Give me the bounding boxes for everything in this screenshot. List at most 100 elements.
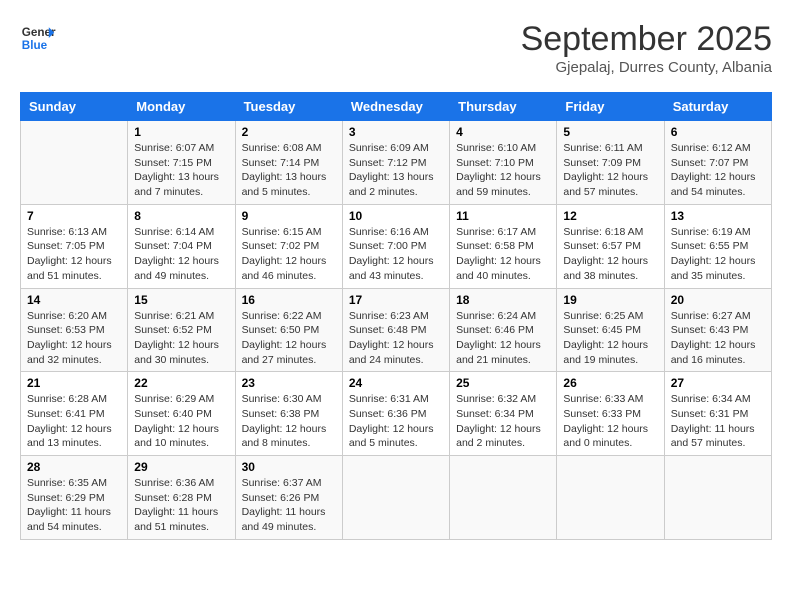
- day-number: 30: [242, 460, 336, 474]
- day-content: Sunrise: 6:14 AMSunset: 7:04 PMDaylight:…: [134, 225, 228, 284]
- day-number: 21: [27, 376, 121, 390]
- svg-text:Blue: Blue: [22, 39, 48, 52]
- day-number: 11: [456, 209, 550, 223]
- day-number: 29: [134, 460, 228, 474]
- calendar-cell: [557, 456, 664, 540]
- header-day-saturday: Saturday: [664, 93, 771, 121]
- calendar-cell: 1 Sunrise: 6:07 AMSunset: 7:15 PMDaylight…: [128, 121, 235, 205]
- calendar-cell: 23 Sunrise: 6:30 AMSunset: 6:38 PMDayligh…: [235, 372, 342, 456]
- day-number: 22: [134, 376, 228, 390]
- day-number: 12: [563, 209, 657, 223]
- week-row-1: 1 Sunrise: 6:07 AMSunset: 7:15 PMDaylight…: [21, 121, 772, 205]
- calendar-cell: 13 Sunrise: 6:19 AMSunset: 6:55 PMDayligh…: [664, 204, 771, 288]
- header-day-thursday: Thursday: [450, 93, 557, 121]
- header-day-friday: Friday: [557, 93, 664, 121]
- calendar-cell: 28Sunrise: 6:35 AMSunset: 6:29 PMDayligh…: [21, 456, 128, 540]
- day-number: 4: [456, 125, 550, 139]
- calendar-cell: 18Sunrise: 6:24 AMSunset: 6:46 PMDayligh…: [450, 288, 557, 372]
- day-content: Sunrise: 6:10 AMSunset: 7:10 PMDaylight:…: [456, 141, 550, 200]
- day-content: Sunrise: 6:19 AMSunset: 6:55 PMDaylight:…: [671, 225, 765, 284]
- calendar-cell: 2 Sunrise: 6:08 AMSunset: 7:14 PMDaylight…: [235, 121, 342, 205]
- day-number: 5: [563, 125, 657, 139]
- day-number: 28: [27, 460, 121, 474]
- day-number: 18: [456, 293, 550, 307]
- calendar-cell: 10Sunrise: 6:16 AMSunset: 7:00 PMDayligh…: [342, 204, 449, 288]
- day-content: Sunrise: 6:17 AMSunset: 6:58 PMDaylight:…: [456, 225, 550, 284]
- day-content: Sunrise: 6:18 AMSunset: 6:57 PMDaylight:…: [563, 225, 657, 284]
- page-header: General Blue September 2025 Gjepalaj, Du…: [20, 20, 772, 76]
- day-content: Sunrise: 6:22 AMSunset: 6:50 PMDaylight:…: [242, 309, 336, 368]
- day-number: 23: [242, 376, 336, 390]
- day-number: 15: [134, 293, 228, 307]
- calendar-cell: 19Sunrise: 6:25 AMSunset: 6:45 PMDayligh…: [557, 288, 664, 372]
- day-number: 19: [563, 293, 657, 307]
- calendar-cell: 24Sunrise: 6:31 AMSunset: 6:36 PMDayligh…: [342, 372, 449, 456]
- calendar-cell: 8 Sunrise: 6:14 AMSunset: 7:04 PMDaylight…: [128, 204, 235, 288]
- day-number: 24: [349, 376, 443, 390]
- day-number: 6: [671, 125, 765, 139]
- calendar-cell: 16 Sunrise: 6:22 AMSunset: 6:50 PMDayligh…: [235, 288, 342, 372]
- calendar-table: SundayMondayTuesdayWednesdayThursdayFrid…: [20, 92, 772, 540]
- calendar-cell: 11 Sunrise: 6:17 AMSunset: 6:58 PMDayligh…: [450, 204, 557, 288]
- header-day-monday: Monday: [128, 93, 235, 121]
- day-content: Sunrise: 6:11 AMSunset: 7:09 PMDaylight:…: [563, 141, 657, 200]
- day-content: Sunrise: 6:20 AMSunset: 6:53 PMDaylight:…: [27, 309, 121, 368]
- calendar-cell: 21 Sunrise: 6:28 AMSunset: 6:41 PMDayligh…: [21, 372, 128, 456]
- day-number: 9: [242, 209, 336, 223]
- day-content: Sunrise: 6:12 AMSunset: 7:07 PMDaylight:…: [671, 141, 765, 200]
- day-number: 16: [242, 293, 336, 307]
- day-content: Sunrise: 6:09 AMSunset: 7:12 PMDaylight:…: [349, 141, 443, 200]
- day-number: 1: [134, 125, 228, 139]
- calendar-cell: 15 Sunrise: 6:21 AMSunset: 6:52 PMDayligh…: [128, 288, 235, 372]
- day-content: Sunrise: 6:08 AMSunset: 7:14 PMDaylight:…: [242, 141, 336, 200]
- week-row-4: 21 Sunrise: 6:28 AMSunset: 6:41 PMDayligh…: [21, 372, 772, 456]
- day-content: Sunrise: 6:32 AMSunset: 6:34 PMDaylight:…: [456, 392, 550, 451]
- week-row-5: 28Sunrise: 6:35 AMSunset: 6:29 PMDayligh…: [21, 456, 772, 540]
- day-number: 14: [27, 293, 121, 307]
- calendar-cell: 20 Sunrise: 6:27 AMSunset: 6:43 PMDayligh…: [664, 288, 771, 372]
- day-number: 27: [671, 376, 765, 390]
- day-number: 10: [349, 209, 443, 223]
- calendar-cell: [21, 121, 128, 205]
- week-row-2: 7Sunrise: 6:13 AMSunset: 7:05 PMDaylight…: [21, 204, 772, 288]
- calendar-cell: 5 Sunrise: 6:11 AMSunset: 7:09 PMDaylight…: [557, 121, 664, 205]
- header-day-tuesday: Tuesday: [235, 93, 342, 121]
- logo: General Blue: [20, 20, 56, 56]
- logo-icon: General Blue: [20, 20, 56, 56]
- week-row-3: 14 Sunrise: 6:20 AMSunset: 6:53 PMDayligh…: [21, 288, 772, 372]
- day-number: 13: [671, 209, 765, 223]
- calendar-cell: 29Sunrise: 6:36 AMSunset: 6:28 PMDayligh…: [128, 456, 235, 540]
- day-number: 20: [671, 293, 765, 307]
- calendar-body: 1 Sunrise: 6:07 AMSunset: 7:15 PMDaylight…: [21, 121, 772, 540]
- day-number: 8: [134, 209, 228, 223]
- day-number: 3: [349, 125, 443, 139]
- calendar-cell: 17 Sunrise: 6:23 AMSunset: 6:48 PMDayligh…: [342, 288, 449, 372]
- day-number: 25: [456, 376, 550, 390]
- day-content: Sunrise: 6:15 AMSunset: 7:02 PMDaylight:…: [242, 225, 336, 284]
- header-day-wednesday: Wednesday: [342, 93, 449, 121]
- day-content: Sunrise: 6:29 AMSunset: 6:40 PMDaylight:…: [134, 392, 228, 451]
- day-number: 2: [242, 125, 336, 139]
- calendar-cell: [450, 456, 557, 540]
- calendar-cell: 25 Sunrise: 6:32 AMSunset: 6:34 PMDayligh…: [450, 372, 557, 456]
- day-content: Sunrise: 6:33 AMSunset: 6:33 PMDaylight:…: [563, 392, 657, 451]
- calendar-cell: 3 Sunrise: 6:09 AMSunset: 7:12 PMDaylight…: [342, 121, 449, 205]
- day-content: Sunrise: 6:30 AMSunset: 6:38 PMDaylight:…: [242, 392, 336, 451]
- calendar-cell: 12 Sunrise: 6:18 AMSunset: 6:57 PMDayligh…: [557, 204, 664, 288]
- day-content: Sunrise: 6:21 AMSunset: 6:52 PMDaylight:…: [134, 309, 228, 368]
- location: Gjepalaj, Durres County, Albania: [521, 59, 772, 76]
- day-content: Sunrise: 6:23 AMSunset: 6:48 PMDaylight:…: [349, 309, 443, 368]
- calendar-cell: 14 Sunrise: 6:20 AMSunset: 6:53 PMDayligh…: [21, 288, 128, 372]
- day-number: 17: [349, 293, 443, 307]
- day-content: Sunrise: 6:28 AMSunset: 6:41 PMDaylight:…: [27, 392, 121, 451]
- day-number: 7: [27, 209, 121, 223]
- calendar-cell: 22 Sunrise: 6:29 AMSunset: 6:40 PMDayligh…: [128, 372, 235, 456]
- header-day-sunday: Sunday: [21, 93, 128, 121]
- calendar-cell: 6 Sunrise: 6:12 AMSunset: 7:07 PMDaylight…: [664, 121, 771, 205]
- day-content: Sunrise: 6:37 AMSunset: 6:26 PMDaylight:…: [242, 476, 336, 535]
- calendar-cell: 30 Sunrise: 6:37 AMSunset: 6:26 PMDayligh…: [235, 456, 342, 540]
- day-content: Sunrise: 6:07 AMSunset: 7:15 PMDaylight:…: [134, 141, 228, 200]
- day-content: Sunrise: 6:34 AMSunset: 6:31 PMDaylight:…: [671, 392, 765, 451]
- calendar-cell: 7Sunrise: 6:13 AMSunset: 7:05 PMDaylight…: [21, 204, 128, 288]
- day-content: Sunrise: 6:27 AMSunset: 6:43 PMDaylight:…: [671, 309, 765, 368]
